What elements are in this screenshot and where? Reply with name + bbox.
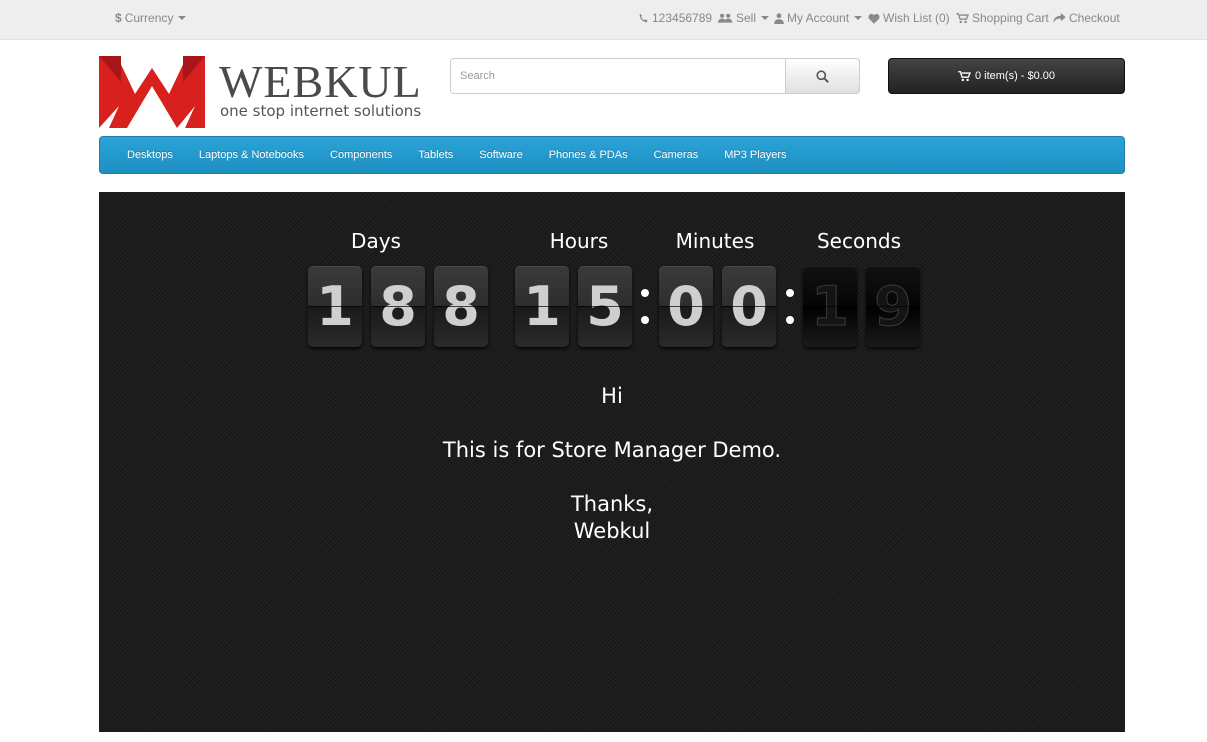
days-digit: 8 [434, 266, 488, 347]
phone-link[interactable]: 123456789 [638, 11, 712, 25]
search-button[interactable] [785, 58, 860, 94]
search-icon [816, 69, 829, 83]
currency-label: Currency [124, 11, 174, 25]
user-icon [774, 12, 784, 24]
logo-tagline: one stop internet solutions [220, 102, 422, 120]
checkout-link[interactable]: Checkout [1053, 11, 1120, 25]
heart-icon [868, 13, 880, 24]
search-input[interactable] [450, 58, 785, 94]
cart-icon [958, 70, 971, 81]
menu-item-mp3-players[interactable]: MP3 Players [711, 149, 799, 161]
seconds-digit: 1 [803, 266, 857, 347]
menu-item-desktops[interactable]: Desktops [114, 149, 186, 161]
minutes-digit: 0 [659, 266, 713, 347]
hours-digit: 1 [515, 266, 569, 347]
hours-label: Hours [549, 229, 609, 253]
checkout-label: Checkout [1069, 11, 1120, 25]
message-body: This is for Store Manager Demo. [442, 438, 782, 462]
search-bar [450, 58, 860, 94]
shopping-cart-link[interactable]: Shopping Cart [956, 11, 1049, 25]
cart-button[interactable]: 0 item(s) - $0.00 [888, 58, 1125, 94]
seconds-digit-value: 1 [811, 275, 850, 339]
cart-summary: 0 item(s) - $0.00 [974, 70, 1056, 82]
currency-dropdown[interactable]: $ Currency [115, 11, 187, 25]
webkul-logo-mark [99, 56, 205, 128]
top-bar: $ Currency 123456789 Sell My Account Wis… [0, 0, 1207, 40]
menu-item-cameras[interactable]: Cameras [641, 149, 712, 161]
seconds-digit: 9 [866, 266, 920, 347]
days-digit: 8 [371, 266, 425, 347]
sell-label: Sell [736, 11, 757, 25]
seconds-digit-value: 9 [874, 275, 913, 339]
hours-digit: 5 [578, 266, 632, 347]
logo-wordmark: WEBKUL [219, 56, 422, 107]
cart-icon [956, 12, 969, 23]
days-label: Days [351, 229, 401, 253]
users-icon [718, 13, 733, 23]
colon-separator-dot [786, 316, 794, 324]
colon-separator-dot [641, 289, 649, 297]
store-logo[interactable]: WEBKUL one stop internet solutions [99, 56, 429, 128]
message-greeting: Hi [601, 384, 623, 408]
colon-separator-dot [641, 316, 649, 324]
menu-item-software[interactable]: Software [466, 149, 535, 161]
message-signature: Webkul [573, 519, 651, 543]
phone-number: 123456789 [652, 11, 713, 25]
days-digit: 1 [308, 266, 362, 347]
seconds-label: Seconds [816, 229, 902, 253]
menu-item-laptops-notebooks[interactable]: Laptops & Notebooks [186, 149, 317, 161]
wish-list-label: Wish List (0) [883, 11, 950, 25]
chevron-down-icon [854, 16, 863, 20]
colon-separator-dot [786, 289, 794, 297]
wish-list-link[interactable]: Wish List (0) [868, 11, 950, 25]
sell-dropdown[interactable]: Sell [718, 11, 770, 25]
my-account-dropdown[interactable]: My Account [774, 11, 863, 25]
my-account-label: My Account [787, 11, 850, 25]
menu-item-phones-pdas[interactable]: Phones & PDAs [536, 149, 641, 161]
currency-symbol: $ [115, 11, 122, 25]
menu-item-components[interactable]: Components [317, 149, 405, 161]
chevron-down-icon [178, 16, 187, 20]
minutes-label: Minutes [675, 229, 755, 253]
shopping-cart-label: Shopping Cart [972, 11, 1049, 25]
category-menu: Desktops Laptops & Notebooks Components … [99, 136, 1125, 174]
chevron-down-icon [761, 16, 770, 20]
minutes-digit: 0 [722, 266, 776, 347]
phone-icon [639, 13, 648, 22]
countdown-panel: Days Hours Minutes Seconds 1 8 8 1 5 0 0… [99, 192, 1125, 732]
message-signoff: Thanks, [570, 492, 654, 516]
share-arrow-icon [1053, 12, 1066, 23]
menu-item-tablets[interactable]: Tablets [405, 149, 466, 161]
